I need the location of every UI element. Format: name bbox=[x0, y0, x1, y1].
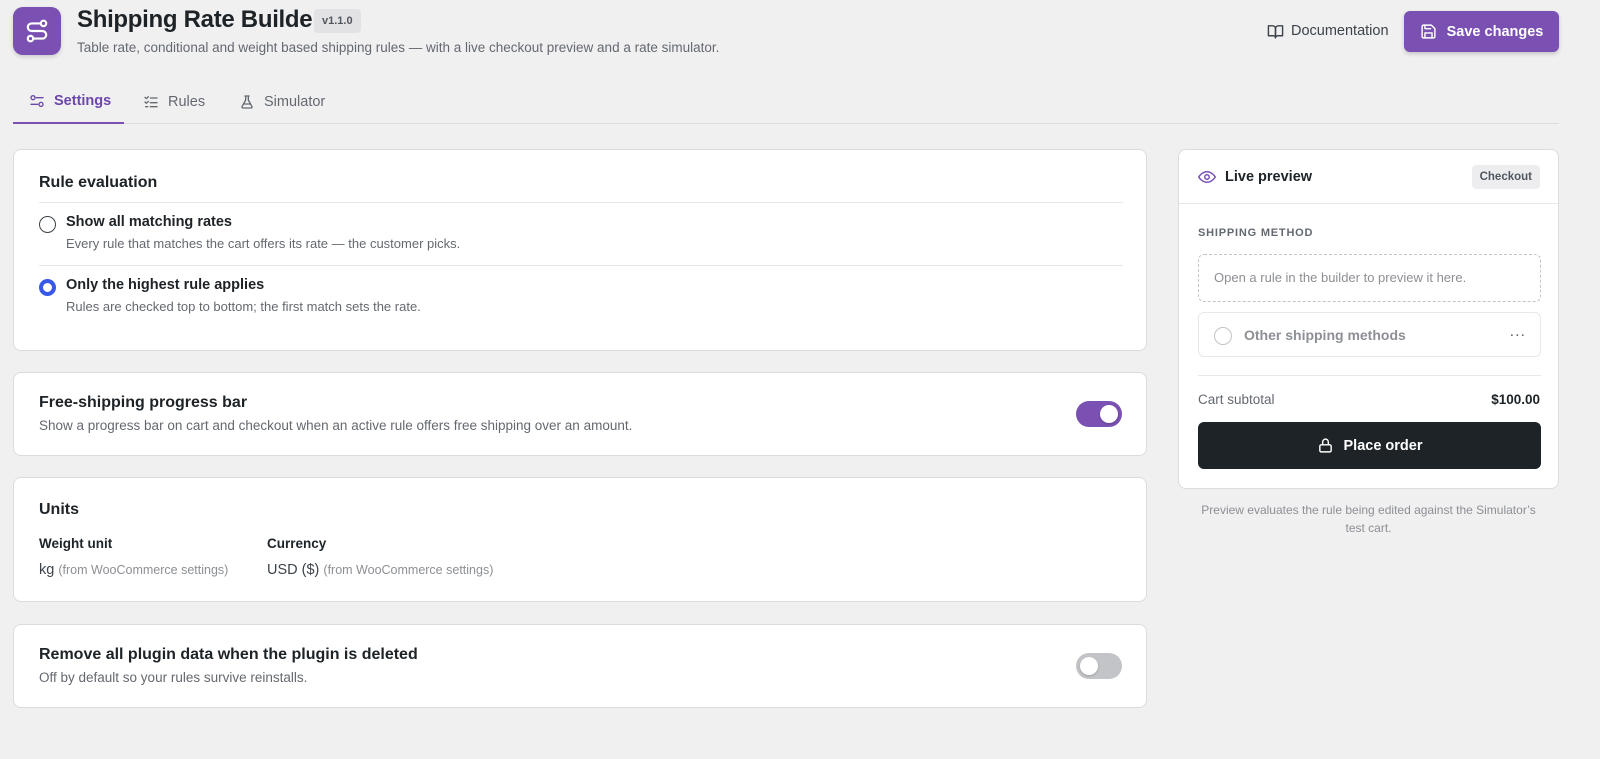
remove-data-card: Remove all plugin data when the plugin i… bbox=[13, 624, 1147, 708]
place-order-label: Place order bbox=[1343, 437, 1423, 454]
weight-value: kg bbox=[39, 562, 55, 578]
documentation-label: Documentation bbox=[1291, 23, 1389, 39]
tab-rules[interactable]: Rules bbox=[143, 79, 219, 124]
app-logo bbox=[13, 7, 61, 55]
page-subtitle: Table rate, conditional and weight based… bbox=[77, 40, 720, 55]
save-changes-label: Save changes bbox=[1446, 23, 1544, 40]
tab-simulator-label: Simulator bbox=[264, 93, 326, 110]
eye-icon bbox=[1198, 171, 1216, 183]
option-description: Rules are checked top to bottom; the fir… bbox=[66, 299, 421, 314]
other-methods-label: Other shipping methods bbox=[1244, 327, 1406, 343]
weight-unit-label: Weight unit bbox=[39, 536, 113, 551]
option-show-all-rates[interactable]: Show all matching rates Every rule that … bbox=[39, 214, 1123, 258]
book-icon bbox=[1267, 24, 1284, 39]
progress-bar-description: Show a progress bar on cart and checkout… bbox=[39, 418, 633, 433]
units-card: Units Weight unit kg (from WooCommerce s… bbox=[13, 477, 1147, 602]
preview-title: Live preview bbox=[1198, 168, 1312, 186]
progress-bar-toggle[interactable] bbox=[1076, 401, 1122, 427]
option-description: Every rule that matches the cart offers … bbox=[66, 236, 461, 251]
rule-evaluation-title: Rule evaluation bbox=[39, 174, 158, 191]
flask-icon bbox=[241, 94, 253, 109]
currency-note: (from WooCommerce settings) bbox=[323, 563, 494, 577]
currency-label: Currency bbox=[267, 536, 327, 551]
toggle-knob bbox=[1100, 405, 1118, 423]
route-icon bbox=[26, 19, 48, 43]
option-label: Show all matching rates bbox=[66, 214, 232, 230]
divider bbox=[39, 202, 1123, 203]
progress-bar-card: Free-shipping progress bar Show a progre… bbox=[13, 372, 1147, 456]
tab-settings-label: Settings bbox=[54, 92, 112, 109]
weight-unit-value: kg (from WooCommerce settings) bbox=[39, 562, 228, 578]
remove-data-toggle[interactable] bbox=[1076, 653, 1122, 679]
lock-icon bbox=[1318, 438, 1332, 453]
remove-data-description: Off by default so your rules survive rei… bbox=[39, 670, 308, 685]
other-shipping-methods[interactable]: Other shipping methods ... bbox=[1198, 312, 1541, 357]
weight-note: (from WooCommerce settings) bbox=[58, 563, 229, 577]
more-icon: ... bbox=[1509, 323, 1526, 340]
checklist-icon bbox=[144, 95, 158, 107]
preview-note: Preview evaluates the rule being edited … bbox=[1201, 503, 1536, 535]
save-icon bbox=[1421, 24, 1436, 39]
option-highest-rule[interactable]: Only the highest rule applies Rules are … bbox=[39, 277, 1123, 321]
tab-simulator[interactable]: Simulator bbox=[239, 79, 343, 124]
documentation-link[interactable]: Documentation bbox=[1267, 20, 1389, 42]
live-preview-panel: Live preview Checkout SHIPPING METHOD Op… bbox=[1178, 149, 1559, 489]
place-order-button[interactable]: Place order bbox=[1198, 422, 1541, 469]
progress-bar-title: Free-shipping progress bar bbox=[39, 394, 248, 411]
preview-title-text: Live preview bbox=[1225, 169, 1313, 185]
preview-header: Live preview Checkout bbox=[1179, 150, 1558, 204]
page-title: Shipping Rate Builder bbox=[77, 6, 322, 33]
tab-rules-label: Rules bbox=[168, 93, 206, 110]
tab-settings[interactable]: Settings bbox=[13, 79, 124, 124]
shipping-method-label: SHIPPING METHOD bbox=[1198, 227, 1314, 239]
other-methods-radio[interactable] bbox=[1214, 327, 1232, 345]
cart-subtotal-label: Cart subtotal bbox=[1198, 392, 1275, 407]
currency-text: USD ($) bbox=[267, 562, 320, 578]
cart-subtotal-value: $100.00 bbox=[1491, 392, 1540, 407]
currency-value: USD ($) (from WooCommerce settings) bbox=[267, 562, 493, 578]
toggle-knob bbox=[1080, 657, 1098, 675]
save-changes-button[interactable]: Save changes bbox=[1404, 11, 1559, 52]
divider bbox=[1198, 375, 1541, 376]
radio-show-all-rates[interactable] bbox=[39, 216, 56, 233]
units-title: Units bbox=[39, 501, 79, 518]
option-label: Only the highest rule applies bbox=[66, 277, 265, 293]
sliders-icon bbox=[30, 94, 44, 107]
empty-preview-placeholder: Open a rule in the builder to preview it… bbox=[1198, 254, 1541, 302]
rule-evaluation-card: Rule evaluation Show all matching rates … bbox=[13, 149, 1147, 351]
divider bbox=[39, 265, 1123, 266]
version-badge: v1.1.0 bbox=[314, 9, 361, 33]
remove-data-title: Remove all plugin data when the plugin i… bbox=[39, 646, 418, 663]
radio-highest-rule[interactable] bbox=[39, 279, 56, 296]
checkout-badge: Checkout bbox=[1471, 165, 1540, 189]
tab-bar: Settings Rules Simulator bbox=[13, 79, 1559, 124]
